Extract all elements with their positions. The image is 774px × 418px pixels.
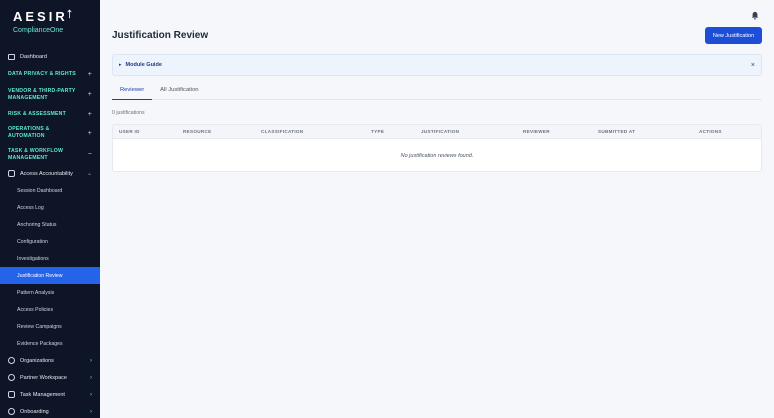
sidebar-item-pattern-analysis[interactable]: Pattern Analysis [0, 284, 100, 301]
logo[interactable]: AESIRᛏ ComplianceOne [0, 0, 100, 48]
column-header-submitted-at[interactable]: SUBMITTED AT [598, 129, 635, 134]
sidebar-item-session-dashboard[interactable]: Session Dashboard [0, 182, 100, 199]
column-header-actions: ACTIONS [699, 129, 722, 134]
column-header-resource[interactable]: RESOURCE [183, 129, 211, 134]
column-header-reviewer[interactable]: REVIEWER [523, 129, 550, 134]
section-label: OPERATIONS & AUTOMATION [8, 126, 50, 139]
table-header: USER ID RESOURCE CLASSIFICATION TYPE JUS… [113, 125, 761, 139]
module-guide-label: Module Guide [125, 62, 162, 68]
expand-icon: + [87, 111, 92, 118]
section-label: DATA PRIVACY & RIGHTS [8, 70, 76, 77]
column-header-user-id[interactable]: USER ID [119, 129, 140, 134]
empty-state-message: No justification reviews found. [400, 153, 474, 159]
tab-all-justification[interactable]: All Justification [152, 84, 206, 100]
checklist-icon [8, 391, 15, 398]
sidebar: AESIRᛏ ComplianceOne Dashboard DATA PRIV… [0, 0, 100, 418]
shield-icon [8, 170, 15, 177]
logo-mark-icon: ᛏ [66, 9, 73, 19]
sidebar-group-label: Organizations [20, 357, 54, 364]
collapse-icon: − [87, 151, 92, 158]
section-data-privacy[interactable]: DATA PRIVACY & RIGHTS + [0, 66, 100, 82]
column-header-justification[interactable]: JUSTIFICATION [421, 129, 459, 134]
expand-icon: + [87, 70, 92, 78]
sidebar-item-access-policies[interactable]: Access Policies [0, 301, 100, 318]
sidebar-group-label: Access Accountability [20, 170, 73, 177]
onboarding-icon [8, 408, 15, 415]
chevron-right-icon: › [90, 391, 92, 398]
sidebar-group-access-accountability[interactable]: Access Accountability ⌄ [0, 165, 100, 182]
briefcase-icon [8, 374, 15, 381]
brand-name: AESIR [13, 9, 68, 24]
module-guide-banner[interactable]: ▸ Module Guide × [112, 54, 762, 76]
section-label: VENDOR & THIRD-PARTY MANAGEMENT [8, 87, 76, 101]
sidebar-group-onboarding[interactable]: Onboarding › [0, 403, 100, 418]
sidebar-group-label: Onboarding [20, 408, 49, 415]
main-content: Justification Review New Justification ▸… [100, 0, 774, 418]
new-justification-button[interactable]: New Justification [705, 27, 762, 44]
result-count: 0 justifications [112, 110, 145, 116]
section-vendor[interactable]: VENDOR & THIRD-PARTY MANAGEMENT + [0, 82, 100, 107]
globe-icon [8, 357, 15, 364]
section-operations[interactable]: OPERATIONS & AUTOMATION + [0, 122, 100, 144]
sidebar-group-organizations[interactable]: Organizations › [0, 352, 100, 369]
caret-right-icon: ▸ [119, 62, 122, 68]
sidebar-group-partner-workspace[interactable]: Partner Workspace › [0, 369, 100, 386]
sidebar-item-justification-review[interactable]: Justification Review [0, 267, 100, 284]
section-label: RISK & ASSESSMENT [8, 111, 66, 117]
brand-product: ComplianceOne [13, 27, 64, 34]
column-header-classification[interactable]: CLASSIFICATION [261, 129, 303, 134]
tab-bar: Reviewer All Justification [112, 84, 762, 100]
chevron-right-icon: › [90, 408, 92, 415]
sidebar-item-evidence-packages[interactable]: Evidence Packages [0, 335, 100, 352]
sidebar-item-access-log[interactable]: Access Log [0, 199, 100, 216]
sidebar-group-label: Task Management [20, 391, 65, 398]
sidebar-item-dashboard[interactable]: Dashboard [0, 48, 100, 66]
tab-reviewer[interactable]: Reviewer [112, 84, 153, 100]
sidebar-group-task-management[interactable]: Task Management › [0, 386, 100, 403]
expand-icon: + [87, 91, 92, 98]
close-icon[interactable]: × [751, 62, 755, 69]
chevron-right-icon: › [90, 357, 92, 364]
chevron-right-icon: › [90, 374, 92, 381]
page-title: Justification Review [112, 30, 209, 41]
section-label: TASK & WORKFLOW MANAGEMENT [8, 147, 64, 161]
section-risk[interactable]: RISK & ASSESSMENT + [0, 107, 100, 122]
sidebar-item-review-campaigns[interactable]: Review Campaigns [0, 318, 100, 335]
expand-icon: + [87, 129, 92, 137]
sidebar-item-label: Dashboard [20, 54, 47, 60]
justification-table: USER ID RESOURCE CLASSIFICATION TYPE JUS… [112, 124, 762, 172]
section-task-workflow[interactable]: TASK & WORKFLOW MANAGEMENT − [0, 144, 100, 165]
bell-icon[interactable] [751, 11, 759, 20]
dashboard-icon [8, 54, 15, 60]
sidebar-group-label: Partner Workspace [20, 374, 67, 381]
sidebar-item-investigations[interactable]: Investigations [0, 250, 100, 267]
sidebar-item-configuration[interactable]: Configuration [0, 233, 100, 250]
column-header-type[interactable]: TYPE [371, 129, 384, 134]
chevron-down-icon: ⌄ [86, 171, 92, 177]
sidebar-item-anchoring-status[interactable]: Anchoring Status [0, 216, 100, 233]
